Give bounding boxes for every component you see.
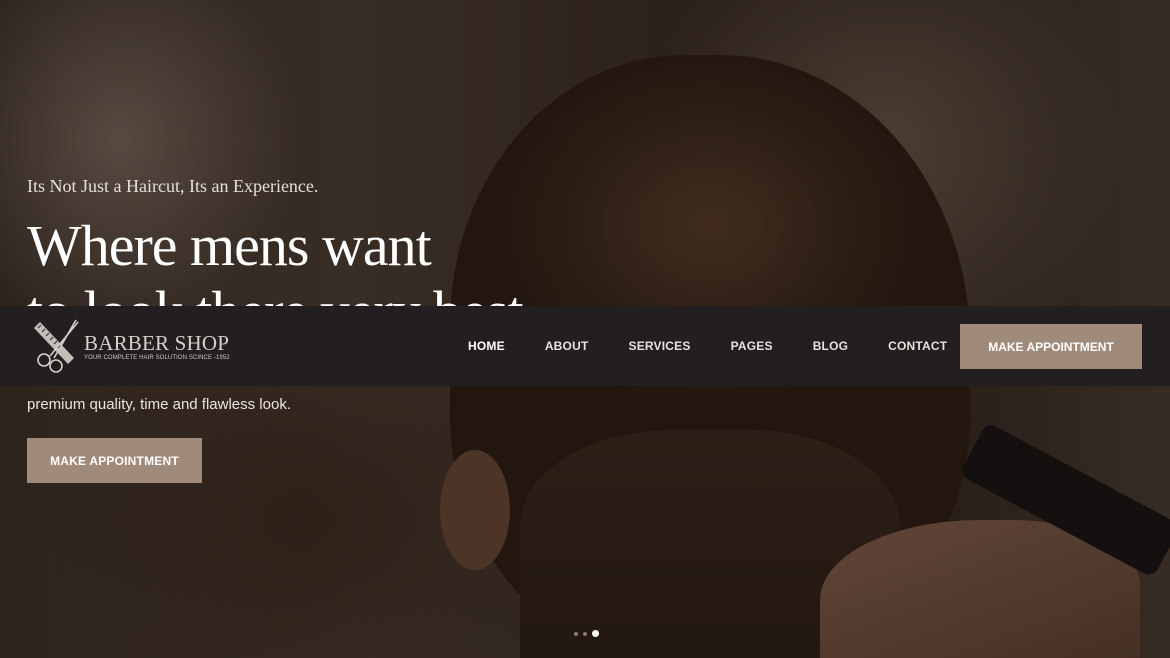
- nav-menu: HOME ABOUT SERVICES PAGES BLOG CONTACT: [448, 306, 967, 386]
- site-logo[interactable]: BARBER SHOP YOUR COMPLETE HAIR SOLUTION …: [28, 316, 230, 376]
- nav-item-pages[interactable]: PAGES: [711, 339, 793, 353]
- hero-description-line2: premium quality, time and flawless look.: [27, 396, 291, 413]
- nav-make-appointment-button[interactable]: MAKE APPOINTMENT: [960, 324, 1142, 369]
- logo-subtitle: YOUR COMPLETE HAIR SOLUTION SCINCE -1952: [84, 354, 230, 361]
- nav-item-services[interactable]: SERVICES: [608, 339, 710, 353]
- main-navbar: BARBER SHOP YOUR COMPLETE HAIR SOLUTION …: [0, 306, 1170, 386]
- slider-dot-2[interactable]: [583, 631, 587, 636]
- hero-make-appointment-button[interactable]: MAKE APPOINTMENT: [27, 438, 202, 483]
- logo-text: BARBER SHOP YOUR COMPLETE HAIR SOLUTION …: [84, 332, 230, 361]
- nav-item-blog[interactable]: BLOG: [793, 339, 868, 353]
- scissors-comb-icon: [34, 319, 79, 373]
- hero-tagline: Its Not Just a Haircut, Its an Experienc…: [27, 176, 319, 196]
- slider-dots: [574, 630, 599, 637]
- nav-item-about[interactable]: ABOUT: [525, 339, 609, 353]
- hero-section: Its Not Just a Haircut, Its an Experienc…: [0, 0, 1170, 658]
- hero-headline-line1: Where mens want: [27, 213, 432, 278]
- nav-item-home[interactable]: HOME: [448, 339, 525, 353]
- slider-dot-1[interactable]: [574, 631, 578, 636]
- logo-name: BARBER SHOP: [84, 330, 230, 355]
- slider-dot-3[interactable]: [592, 630, 599, 637]
- nav-item-contact[interactable]: CONTACT: [868, 339, 967, 353]
